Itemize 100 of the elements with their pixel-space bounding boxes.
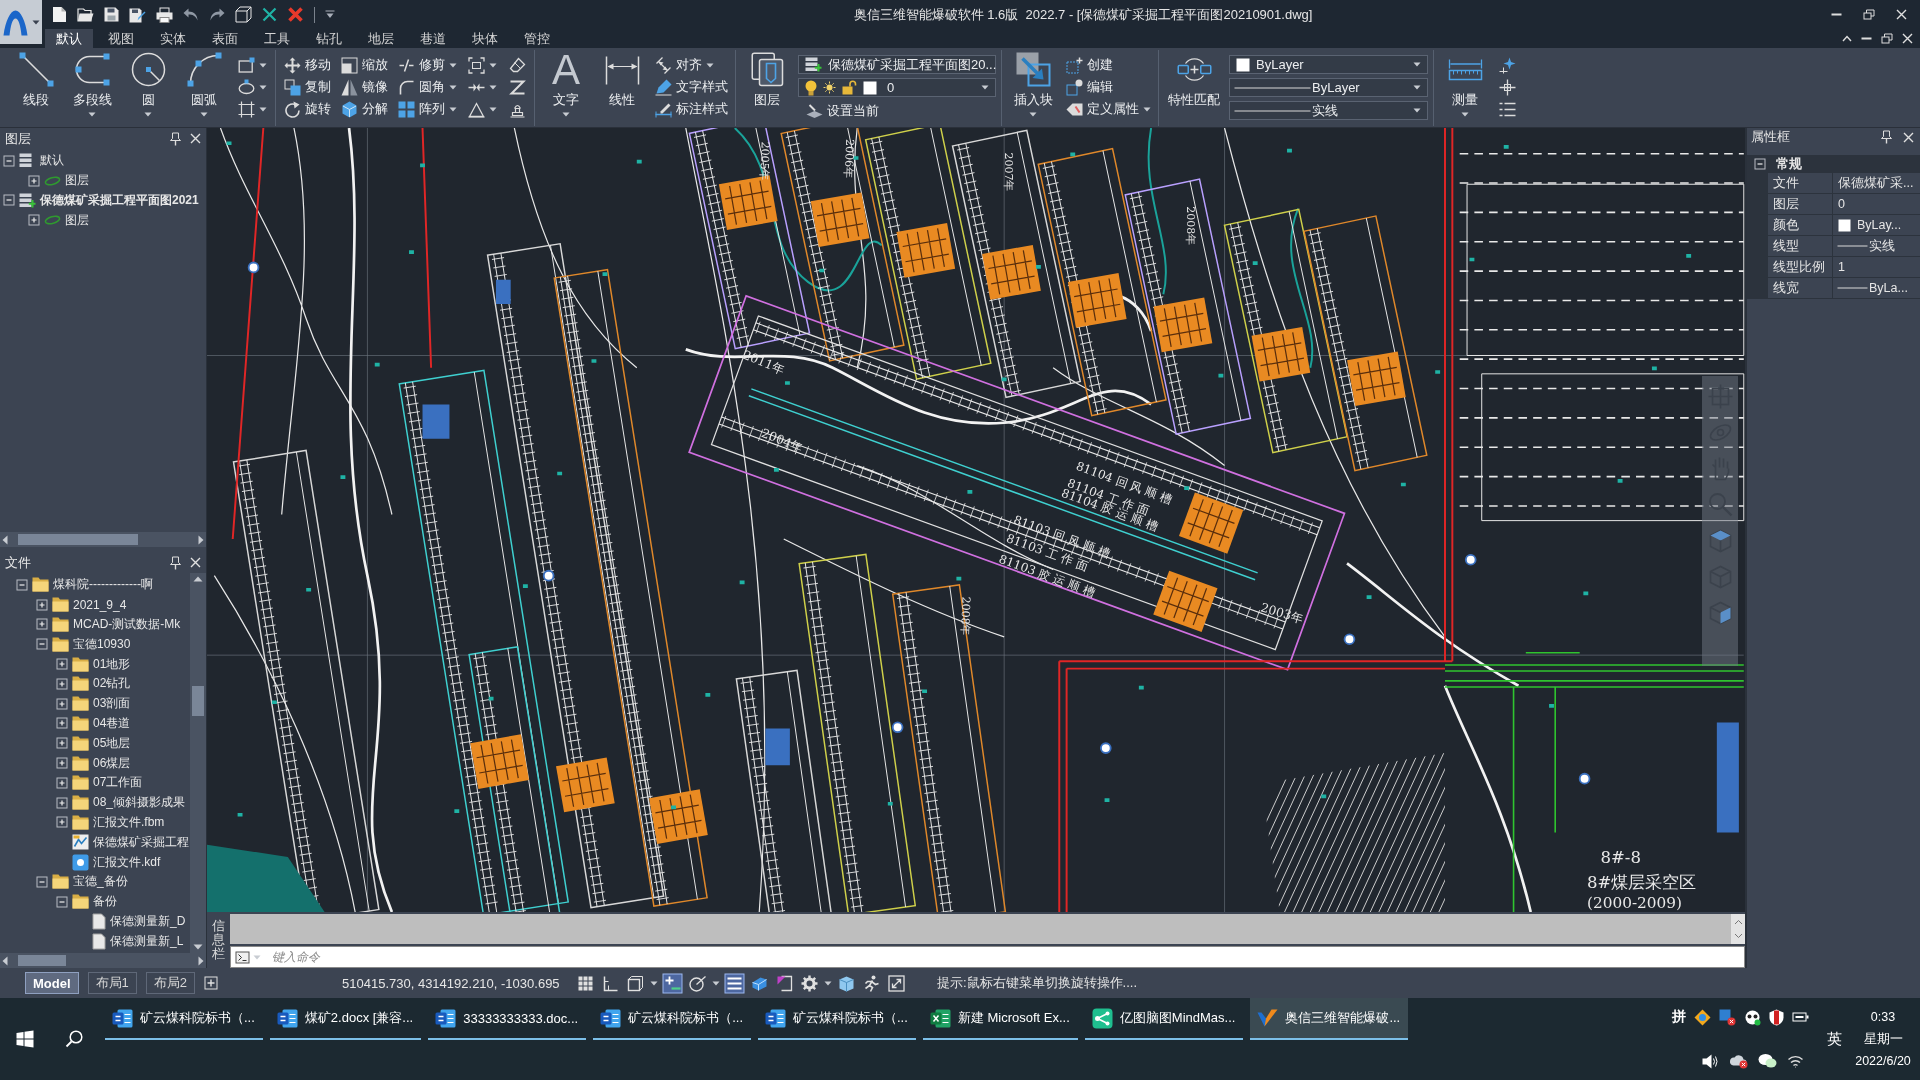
cube-icon[interactable]: [235, 6, 252, 23]
redo-icon[interactable]: [209, 8, 225, 21]
tree-item[interactable]: 06煤层: [93, 754, 131, 772]
close-icon[interactable]: [1896, 9, 1907, 20]
tree-item[interactable]: 图层: [65, 211, 89, 229]
bracket-frame-icon[interactable]: [468, 56, 485, 74]
expand-icon[interactable]: [56, 796, 68, 809]
scroll-left-icon[interactable]: [2, 534, 8, 545]
tree-item[interactable]: 宝德_备份: [73, 873, 128, 891]
collapse-icon[interactable]: [36, 875, 48, 888]
expand-icon[interactable]: [56, 737, 68, 750]
property-value[interactable]: ByLa...: [1833, 278, 1920, 298]
expand-icon[interactable]: [56, 658, 68, 671]
scroll-thumb[interactable]: [18, 534, 138, 545]
tree-item[interactable]: 02钻孔: [93, 675, 131, 693]
caret-icon[interactable]: [650, 980, 658, 986]
chat-bubbles-icon[interactable]: [1758, 1053, 1777, 1069]
plus-minus-icon[interactable]: [662, 972, 683, 994]
caret-icon[interactable]: [325, 10, 335, 19]
ribbon-tab[interactable]: 表面: [201, 29, 249, 48]
restore-icon[interactable]: [1881, 33, 1893, 44]
ribbon-tab[interactable]: 管控: [513, 29, 561, 48]
measure-button[interactable]: 测量: [1437, 50, 1493, 124]
shield-icon[interactable]: [1769, 1008, 1784, 1026]
expand-icon[interactable]: [36, 618, 48, 631]
property-value[interactable]: 1: [1833, 257, 1920, 277]
expand-icon[interactable]: [36, 598, 48, 611]
taskbar-button[interactable]: 新建 Microsoft Ex...: [922, 998, 1078, 1040]
pin-icon[interactable]: [1880, 130, 1893, 144]
edit-block-button[interactable]: 编辑: [1064, 77, 1153, 97]
lines-icon[interactable]: [724, 972, 745, 994]
define-attribute-button[interactable]: 定义属性: [1064, 99, 1153, 119]
collapse-icon[interactable]: [56, 895, 68, 908]
tree-item[interactable]: 05地层: [93, 734, 131, 752]
new-file-icon[interactable]: [52, 6, 67, 23]
create-block-button[interactable]: 创建: [1064, 55, 1153, 75]
tree-item[interactable]: 2021_9_4: [73, 597, 127, 612]
dimension-button[interactable]: 线性: [594, 50, 650, 124]
layout-tab[interactable]: 布局1: [87, 972, 137, 994]
scroll-down-icon[interactable]: [193, 944, 203, 950]
error-badge-icon[interactable]: [1719, 1008, 1736, 1026]
ribbon-tab[interactable]: 块体: [461, 29, 509, 48]
scroll-up-icon[interactable]: [1733, 919, 1743, 925]
command-input[interactable]: 键入命令: [272, 948, 1744, 966]
layer-dropdown[interactable]: 保德煤矿采掘工程平面图20...: [798, 55, 996, 74]
caret-icon[interactable]: [489, 84, 497, 90]
minimize-icon[interactable]: [1831, 13, 1842, 16]
scroll-up-icon[interactable]: [193, 576, 203, 582]
printer-icon[interactable]: [156, 6, 173, 23]
tree-item[interactable]: 保德煤矿采掘工程平面图2021: [40, 192, 199, 209]
ribbon-tab[interactable]: 实体: [149, 29, 197, 48]
polyline-button[interactable]: 多段线: [64, 50, 120, 124]
chevron-up-icon[interactable]: [1842, 35, 1852, 42]
tree-item[interactable]: 备份: [93, 893, 117, 911]
scrollbar[interactable]: [190, 573, 206, 953]
tree-item[interactable]: 图层: [65, 172, 89, 190]
list-icon[interactable]: [1499, 100, 1516, 118]
pin-icon[interactable]: [169, 131, 182, 146]
circle-button[interactable]: 圆: [120, 50, 176, 124]
caret-icon[interactable]: [259, 106, 267, 112]
align-button[interactable]: 对齐: [653, 55, 730, 75]
tree-item[interactable]: 保德测量新_L: [110, 932, 184, 950]
close-icon[interactable]: [1903, 131, 1914, 143]
crosshair-icon[interactable]: [1499, 78, 1516, 96]
copy-button[interactable]: 复制: [282, 77, 333, 97]
caret-icon[interactable]: [489, 62, 497, 68]
app-menu-button[interactable]: [0, 0, 42, 44]
layer-state-dropdown[interactable]: 0: [798, 78, 996, 97]
fullscreen-icon[interactable]: [886, 972, 907, 994]
disk-pen-icon[interactable]: [129, 6, 146, 23]
taskbar-button[interactable]: 矿云煤科院标书（...: [758, 998, 916, 1040]
close-icon[interactable]: [190, 133, 201, 144]
diamond-icon[interactable]: [1694, 1008, 1711, 1026]
property-group[interactable]: 常规: [1776, 155, 1802, 173]
scroll-thumb[interactable]: [192, 686, 204, 716]
ime-indicator[interactable]: 拼: [1672, 1008, 1686, 1026]
tree-item[interactable]: 03剖面: [93, 695, 131, 713]
eraser-icon[interactable]: [509, 56, 526, 74]
taskbar-button[interactable]: 煤矿2.docx [兼容...: [269, 998, 422, 1040]
zigzag-icon[interactable]: [509, 78, 526, 96]
start-icon[interactable]: [16, 1030, 34, 1048]
battery-icon[interactable]: [1792, 1012, 1809, 1022]
rotate-button[interactable]: 旋转: [282, 99, 333, 119]
line-button[interactable]: 线段: [8, 50, 64, 124]
ribbon-tab[interactable]: 巷道: [409, 29, 457, 48]
collapse-icon[interactable]: [36, 638, 48, 651]
property-value[interactable]: 保德煤矿采...: [1833, 173, 1920, 193]
layout-tab[interactable]: Model: [25, 972, 79, 994]
zoom-icon[interactable]: [1707, 492, 1733, 517]
layout-tab[interactable]: 布局2: [145, 972, 196, 994]
expand-icon[interactable]: [56, 717, 68, 730]
ribbon-tab[interactable]: 工具: [253, 29, 301, 48]
rectangle-icon[interactable]: [238, 56, 255, 74]
scroll-right-icon[interactable]: [198, 534, 204, 545]
hash-frame-icon[interactable]: [238, 100, 255, 118]
language-indicator[interactable]: 英: [1822, 1028, 1846, 1050]
arc-button[interactable]: 圆弧: [176, 50, 232, 124]
sparkle-icon[interactable]: [1499, 56, 1516, 74]
expand-icon[interactable]: [56, 697, 68, 710]
panda-icon[interactable]: [1744, 1008, 1761, 1026]
